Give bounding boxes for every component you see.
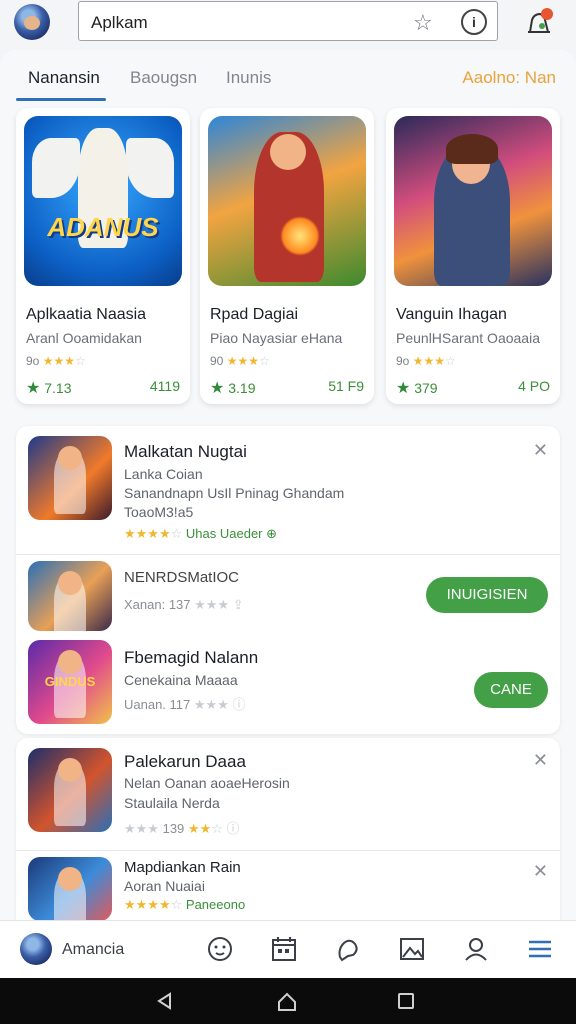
active-tab-indicator bbox=[16, 98, 106, 101]
app-description: ToaoM3!a5 bbox=[124, 504, 194, 520]
list-item[interactable]: Mapdiankan Rain Aoran Nuaiai ★★★★☆ Panee… bbox=[16, 851, 560, 921]
app-art bbox=[208, 116, 366, 286]
app-list-card: Palekarun Daaa Nelan Oanan aoaeHerosin S… bbox=[16, 738, 560, 921]
app-subtitle: Cenekaina Maaaa bbox=[124, 672, 238, 688]
list-item[interactable]: Malkatan Nugtai Lanka Coian Sanandnapn U… bbox=[16, 426, 560, 554]
system-nav-bar bbox=[0, 978, 576, 1024]
star-rating: 90 ★★★☆ bbox=[210, 354, 270, 368]
back-icon[interactable] bbox=[156, 992, 174, 1010]
bell-notification-icon[interactable] bbox=[522, 4, 558, 40]
recent-apps-icon[interactable] bbox=[398, 993, 414, 1009]
score: ★ 379 bbox=[396, 380, 438, 397]
featured-card[interactable]: ADANUS Aplkaatia Naasia Aranl Ooamidakan… bbox=[16, 108, 190, 404]
info-icon: ⓘ bbox=[226, 821, 240, 836]
list-item[interactable]: GINDUS Fbemagid Nalann Cenekaina Maaaa U… bbox=[16, 634, 560, 734]
app-thumbnail: GINDUS bbox=[28, 640, 112, 724]
star-icon: ★ bbox=[210, 380, 225, 397]
featured-card[interactable]: Rpad Dagiai Piao Nayasiar eHana 90 ★★★☆ … bbox=[200, 108, 374, 404]
app-subtitle: PeunlHSarant Oaoaaia bbox=[396, 330, 540, 346]
app-thumbnail bbox=[28, 857, 112, 921]
face-icon[interactable] bbox=[206, 935, 234, 963]
install-button[interactable]: INUIGISIEN bbox=[426, 577, 548, 613]
app-description: Staulaila Nerda bbox=[124, 795, 220, 811]
app-art: ADANUS bbox=[24, 116, 182, 286]
chat-icon[interactable] bbox=[334, 935, 362, 963]
rating-row: Xanan: 137 ★★★ ⇪ bbox=[124, 597, 244, 612]
rating-row: ★★★★☆ Uhas Uaeder ⊕ bbox=[124, 526, 278, 541]
close-icon[interactable]: ✕ bbox=[533, 440, 548, 461]
app-size: 4119 bbox=[149, 378, 180, 394]
featured-card[interactable]: Vanguin Ihagan PeunlHSarant Oaoaaia 9o ★… bbox=[386, 108, 560, 404]
app-title: Vanguin Ihagan bbox=[396, 306, 507, 323]
app-subtitle: Aoran Nuaiai bbox=[124, 878, 205, 894]
app-title: Fbemagid Nalann bbox=[124, 648, 259, 667]
bottom-nav: Amancia bbox=[0, 920, 576, 978]
app-subtitle: Nelan Oanan aoaeHerosin bbox=[124, 775, 290, 791]
top-bar: Aplkam ☆ i bbox=[0, 0, 576, 50]
rating-row: ★★★★☆ Paneeono bbox=[124, 897, 246, 912]
app-description: Sanandnapn UsIl Pninag Ghandam bbox=[124, 485, 345, 501]
menu-icon[interactable] bbox=[526, 935, 554, 963]
close-icon[interactable]: ✕ bbox=[533, 861, 548, 882]
score: ★ 7.13 bbox=[26, 380, 72, 397]
art-logo-text: GINDUS bbox=[44, 674, 96, 689]
star-rating: 9o ★★★☆ bbox=[26, 354, 86, 368]
app-size: 51 F9 bbox=[328, 378, 364, 394]
avatar[interactable] bbox=[14, 4, 50, 40]
home-icon[interactable] bbox=[276, 991, 298, 1013]
app-title: NENRDSMatIOC bbox=[124, 569, 240, 586]
star-outline-icon[interactable]: ☆ bbox=[413, 10, 433, 36]
star-icon: ★ bbox=[26, 380, 41, 397]
search-text: Aplkam bbox=[91, 13, 148, 32]
list-item[interactable]: Palekarun Daaa Nelan Oanan aoaeHerosin S… bbox=[16, 738, 560, 850]
image-icon[interactable] bbox=[398, 935, 426, 963]
score: ★ 3.19 bbox=[210, 380, 256, 397]
bottom-nav-label[interactable]: Amancia bbox=[62, 941, 124, 959]
share-icon: ⇪ bbox=[232, 597, 244, 612]
info-icon[interactable]: i bbox=[461, 9, 487, 35]
star-rating: 9o ★★★☆ bbox=[396, 354, 456, 368]
app-title: Aplkaatia Naasia bbox=[26, 306, 147, 323]
close-icon[interactable]: ✕ bbox=[533, 750, 548, 771]
play-button[interactable]: CANE bbox=[474, 672, 548, 708]
app-art bbox=[394, 116, 552, 286]
calendar-icon[interactable] bbox=[270, 935, 298, 963]
art-logo-text: ADANUS bbox=[47, 212, 159, 242]
app-title: Mapdiankan Rain bbox=[124, 859, 241, 876]
info-icon: ⓘ bbox=[232, 697, 246, 712]
app-title: Palekarun Daaa bbox=[124, 752, 246, 771]
profile-icon[interactable] bbox=[462, 935, 490, 963]
tab-nanansin[interactable]: Nanansin bbox=[28, 68, 100, 88]
tab-right-link[interactable]: Aaolno: Nan bbox=[462, 68, 556, 88]
tab-bar: Nanansin Baougsn Inunis Aaolno: Nan bbox=[0, 50, 576, 102]
app-thumbnail bbox=[28, 561, 112, 631]
app-size: 4 PO bbox=[518, 378, 550, 394]
main-panel: Nanansin Baougsn Inunis Aaolno: Nan ADAN… bbox=[0, 50, 576, 921]
app-title: Rpad Dagiai bbox=[210, 306, 299, 323]
app-subtitle: Lanka Coian bbox=[124, 466, 203, 482]
app-subtitle: Aranl Ooamidakan bbox=[26, 330, 142, 346]
list-item[interactable]: NENRDSMatIOC Xanan: 137 ★★★ ⇪ INUIGISIEN bbox=[16, 555, 560, 635]
app-subtitle: Piao Nayasiar eHana bbox=[210, 330, 343, 346]
star-icon: ★ bbox=[396, 380, 411, 397]
tab-baougsn[interactable]: Baougsn bbox=[130, 68, 197, 88]
rating-row: Uanan. 117 ★★★ ⓘ bbox=[124, 697, 246, 712]
rating-row: ★★★ 139 ★★☆ ⓘ bbox=[124, 821, 240, 836]
app-title: Malkatan Nugtai bbox=[124, 442, 247, 461]
app-thumbnail bbox=[28, 748, 112, 832]
tab-inunis[interactable]: Inunis bbox=[226, 68, 271, 88]
app-list-card: Malkatan Nugtai Lanka Coian Sanandnapn U… bbox=[16, 426, 560, 734]
add-icon: ⊕ bbox=[266, 526, 278, 541]
search-input[interactable]: Aplkam ☆ i bbox=[78, 1, 498, 41]
app-thumbnail bbox=[28, 436, 112, 520]
avatar[interactable] bbox=[20, 933, 52, 965]
